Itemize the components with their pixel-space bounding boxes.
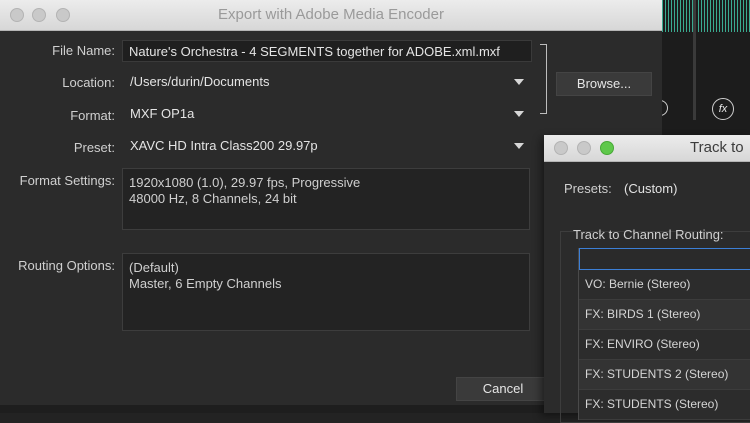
table-row[interactable]: FX: STUDENTS 2 (Stereo) [579, 360, 750, 390]
export-dialog-titlebar[interactable]: Export with Adobe Media Encoder [0, 0, 662, 31]
chevron-down-icon [514, 79, 524, 85]
presets-dropdown[interactable]: (Custom) [624, 181, 677, 196]
routing-options-box[interactable]: (Default) Master, 6 Empty Channels [122, 253, 530, 331]
chevron-down-icon [514, 111, 524, 117]
chevron-down-icon [514, 143, 524, 149]
table-row[interactable]: FX: STUDENTS (Stereo) [579, 390, 750, 420]
audio-waveform [662, 0, 750, 32]
track-to-channel-dialog: Track to Presets: (Custom) Track to Chan… [544, 135, 750, 423]
zoom-window-button[interactable] [600, 141, 614, 155]
track-dialog-title: Track to [690, 139, 744, 156]
preset-dropdown[interactable]: XAVC HD Intra Class200 29.97p [122, 135, 532, 157]
file-name-input[interactable]: Nature's Orchestra - 4 SEGMENTS together… [122, 40, 532, 62]
status-bar [0, 405, 560, 413]
preset-label: Preset: [73, 140, 115, 155]
browse-button[interactable]: Browse... [556, 72, 652, 96]
format-settings-label: Format Settings: [19, 173, 115, 188]
routing-title: Track to Channel Routing: [573, 227, 724, 242]
routing-line-1: (Default) [129, 260, 179, 275]
routing-line-2: Master, 6 Empty Channels [129, 276, 282, 291]
table-row[interactable]: FX: ENVIRO (Stereo) [579, 330, 750, 360]
timeline-background [662, 0, 750, 135]
routing-options-label: Routing Options: [18, 258, 115, 273]
close-window-button[interactable] [554, 141, 568, 155]
routing-table-header[interactable] [579, 248, 750, 270]
format-label: Format: [70, 108, 115, 123]
preset-value: XAVC HD Intra Class200 29.97p [130, 138, 318, 153]
minimize-window-button[interactable] [577, 141, 591, 155]
format-value: MXF OP1a [130, 106, 195, 121]
routing-table: VO: Bernie (Stereo) FX: BIRDS 1 (Stereo)… [578, 248, 750, 420]
location-label: Location: [62, 75, 115, 90]
location-bracket [540, 44, 547, 114]
export-dialog-title: Export with Adobe Media Encoder [218, 6, 444, 23]
table-row[interactable]: FX: BIRDS 1 (Stereo) [579, 300, 750, 330]
cancel-button[interactable]: Cancel [456, 377, 550, 401]
format-dropdown[interactable]: MXF OP1a [122, 103, 532, 125]
format-settings-line-2: 48000 Hz, 8 Channels, 24 bit [129, 191, 297, 206]
location-dropdown[interactable]: /Users/durin/Documents [122, 71, 532, 93]
format-settings-line-1: 1920x1080 (1.0), 29.97 fps, Progressive [129, 175, 361, 190]
track-dialog-titlebar[interactable]: Track to [544, 135, 750, 162]
fx-icon[interactable]: fx [712, 98, 734, 120]
location-value: /Users/durin/Documents [130, 74, 270, 89]
playhead-line [693, 0, 696, 120]
file-name-label: File Name: [52, 43, 115, 58]
presets-label: Presets: [564, 181, 612, 196]
table-row[interactable]: VO: Bernie (Stereo) [579, 270, 750, 300]
format-settings-box: 1920x1080 (1.0), 29.97 fps, Progressive … [122, 168, 530, 230]
